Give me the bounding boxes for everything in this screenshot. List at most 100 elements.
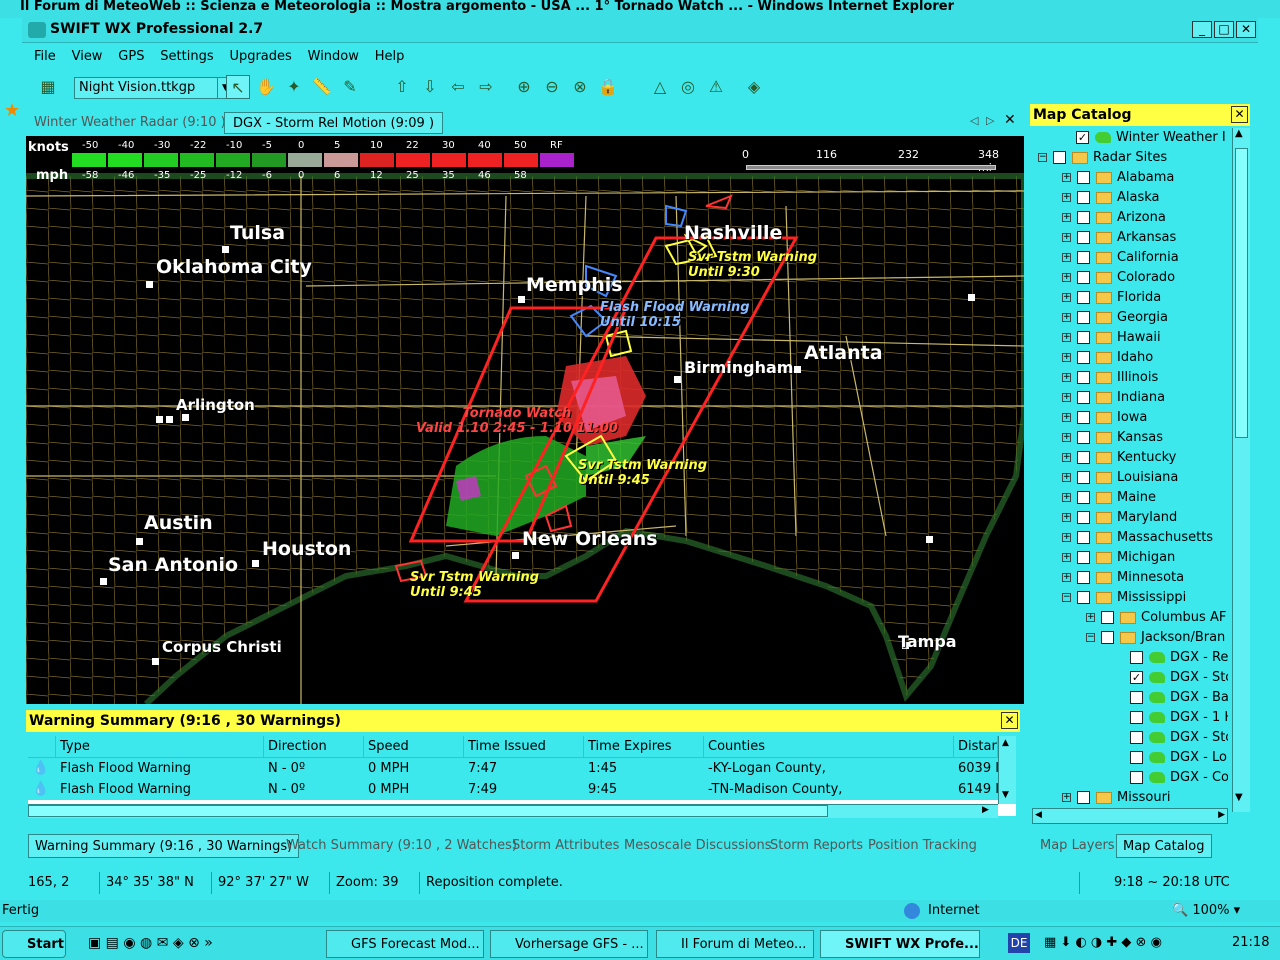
checkbox[interactable] — [1053, 151, 1066, 164]
favorites-star-icon[interactable]: ★ — [4, 100, 20, 121]
expand-icon[interactable]: + — [1062, 493, 1071, 502]
tree-item-dgx-3[interactable]: DGX - 1 H — [1130, 708, 1228, 728]
scroll-up-icon[interactable]: ▲ — [1002, 738, 1009, 748]
tab-dgx-storm-rel-motion[interactable]: DGX - Storm Rel Motion (9:09 ) — [224, 112, 444, 134]
scroll-down-icon[interactable]: ▼ — [1002, 790, 1009, 800]
zoom-out-icon[interactable]: ⊖ — [540, 75, 564, 99]
tray-icons[interactable]: ▦ ⬇ ◐ ◑ ✚ ◆ ⊗ ◉ — [1044, 935, 1162, 950]
quicklaunch-icons[interactable]: ▣ ▤ ◉ ◍ ✉ ◈ ⊗ » — [88, 935, 213, 951]
table-cell[interactable]: 7:47 — [464, 758, 584, 779]
checkbox[interactable] — [1077, 791, 1090, 804]
tab-scroll-right-icon[interactable]: ▷ — [986, 114, 994, 127]
catalog-close-icon[interactable]: ✕ — [1231, 106, 1248, 123]
col-speed[interactable]: Speed — [364, 736, 464, 758]
triangle-icon[interactable]: △ — [648, 75, 672, 99]
pan-down-icon[interactable]: ⇩ — [418, 75, 442, 99]
checkbox[interactable] — [1077, 551, 1090, 564]
warning-table[interactable]: Type Direction Speed Time Issued Time Ex… — [28, 736, 1016, 818]
col-type[interactable]: Type — [56, 736, 264, 758]
expand-icon[interactable]: + — [1062, 413, 1071, 422]
tree-item-dgx-5[interactable]: DGX - Lor — [1130, 748, 1228, 768]
tree-item-state-illinois[interactable]: + Illinois — [1062, 368, 1158, 388]
expand-icon[interactable]: + — [1062, 173, 1071, 182]
checkbox[interactable] — [1077, 511, 1090, 524]
table-cell[interactable]: 0 MPH — [364, 779, 464, 800]
close-button[interactable]: ✕ — [1236, 21, 1256, 38]
checkbox[interactable] — [1077, 311, 1090, 324]
tree-item-dgx-0[interactable]: DGX - Re — [1130, 648, 1228, 668]
select-pointer-icon[interactable]: ↖ — [226, 75, 250, 99]
bottom-tab-3[interactable]: Mesoscale Discussions — [618, 834, 777, 858]
table-cell[interactable]: 6039 I — [954, 758, 998, 779]
checkbox[interactable]: ✓ — [1130, 671, 1143, 684]
checkbox[interactable] — [1077, 191, 1090, 204]
map-warning-flash-flood[interactable]: Flash Flood Warning Until 10:15 — [600, 300, 750, 330]
table-cell[interactable]: N - 0º — [264, 779, 364, 800]
tab-winter-weather-radar[interactable]: Winter Weather Radar (9:10 ) — [26, 112, 234, 134]
checkbox[interactable] — [1077, 211, 1090, 224]
pan-hand-icon[interactable]: ✋ — [254, 75, 278, 99]
bottom-tab-1[interactable]: Watch Summary (9:10 , 2 Watches) — [280, 834, 523, 858]
expand-icon[interactable]: + — [1062, 453, 1071, 462]
tree-item-dgx-2[interactable]: DGX - Ba — [1130, 688, 1228, 708]
expand-icon[interactable]: + — [1062, 533, 1071, 542]
expand-icon[interactable]: + — [1062, 333, 1071, 342]
scroll-down-icon[interactable]: ▼ — [1235, 792, 1243, 803]
tree-item-state-idaho[interactable]: + Idaho — [1062, 348, 1153, 368]
minimize-button[interactable]: _ — [1192, 21, 1212, 38]
expand-icon[interactable]: + — [1062, 553, 1071, 562]
tree-item-winter-weather[interactable]: ✓ Winter Weather I — [1076, 128, 1226, 148]
menu-help[interactable]: Help — [375, 44, 405, 70]
expand-icon[interactable]: + — [1086, 613, 1095, 622]
expand-icon[interactable]: + — [1062, 433, 1071, 442]
menu-gps[interactable]: GPS — [118, 44, 144, 70]
tree-item-state-arizona[interactable]: + Arizona — [1062, 208, 1166, 228]
checkbox[interactable] — [1130, 691, 1143, 704]
expand-icon[interactable]: + — [1062, 473, 1071, 482]
hscroll-thumb[interactable] — [28, 805, 828, 817]
tree-item-state-arkansas[interactable]: + Arkansas — [1062, 228, 1176, 248]
checkbox[interactable] — [1077, 171, 1090, 184]
scroll-thumb[interactable] — [1235, 148, 1248, 438]
scroll-right-icon[interactable]: ▶ — [1218, 810, 1225, 820]
menu-file[interactable]: File — [34, 44, 56, 70]
checkbox[interactable] — [1077, 471, 1090, 484]
checkbox[interactable] — [1077, 591, 1090, 604]
checkbox[interactable]: ✓ — [1076, 131, 1089, 144]
tab-scroll-left-icon[interactable]: ◁ — [970, 114, 978, 127]
language-indicator[interactable]: DE — [1008, 933, 1030, 953]
checkbox[interactable] — [1130, 771, 1143, 784]
checkbox[interactable] — [1077, 291, 1090, 304]
checkbox[interactable] — [1077, 251, 1090, 264]
checkbox[interactable] — [1077, 271, 1090, 284]
expand-icon[interactable]: + — [1062, 513, 1071, 522]
table-cell[interactable]: 7:49 — [464, 779, 584, 800]
map-warning-svr-tstm-2[interactable]: Svr Tstm Warning Until 9:45 — [578, 458, 707, 488]
task-swift-wx[interactable]: SWIFT WX Profe... — [820, 930, 980, 958]
tree-item-state-michigan[interactable]: + Michigan — [1062, 548, 1175, 568]
lock-icon[interactable]: 🔒 — [596, 75, 620, 99]
catalog-hscrollbar[interactable]: ◀ ▶ — [1032, 808, 1228, 824]
tree-item-state-hawaii[interactable]: + Hawaii — [1062, 328, 1161, 348]
tree-item-state-minnesota[interactable]: + Minnesota — [1062, 568, 1184, 588]
bottom-tab-5[interactable]: Position Tracking — [862, 834, 983, 858]
expand-icon[interactable]: − — [1062, 593, 1071, 602]
bottom-tab-4[interactable]: Storm Reports — [764, 834, 869, 858]
menu-window[interactable]: Window — [308, 44, 359, 70]
expand-icon[interactable]: + — [1062, 393, 1071, 402]
tree-item-dgx-6[interactable]: DGX - Co — [1130, 768, 1228, 788]
pan-up-icon[interactable]: ⇧ — [390, 75, 414, 99]
tree-item-state-massachusetts[interactable]: + Massachusetts — [1062, 528, 1213, 548]
zoom-in-icon[interactable]: ⊕ — [512, 75, 536, 99]
layers-icon[interactable]: ◈ — [742, 75, 766, 99]
tree-item-state-maine[interactable]: + Maine — [1062, 488, 1156, 508]
warning-vscroll[interactable]: ▲ ▼ — [998, 736, 1016, 804]
col-direction[interactable]: Direction — [264, 736, 364, 758]
menu-upgrades[interactable]: Upgrades — [229, 44, 291, 70]
maximize-button[interactable]: □ — [1214, 21, 1234, 38]
tab-map-layers[interactable]: Map Layers — [1034, 834, 1121, 858]
table-cell[interactable]: -KY-Logan County, — [704, 758, 954, 779]
tree-item-state-florida[interactable]: + Florida — [1062, 288, 1161, 308]
bottom-tab-0[interactable]: Warning Summary (9:16 , 30 Warnings) — [28, 834, 300, 858]
tree-item-state-maryland[interactable]: + Maryland — [1062, 508, 1177, 528]
